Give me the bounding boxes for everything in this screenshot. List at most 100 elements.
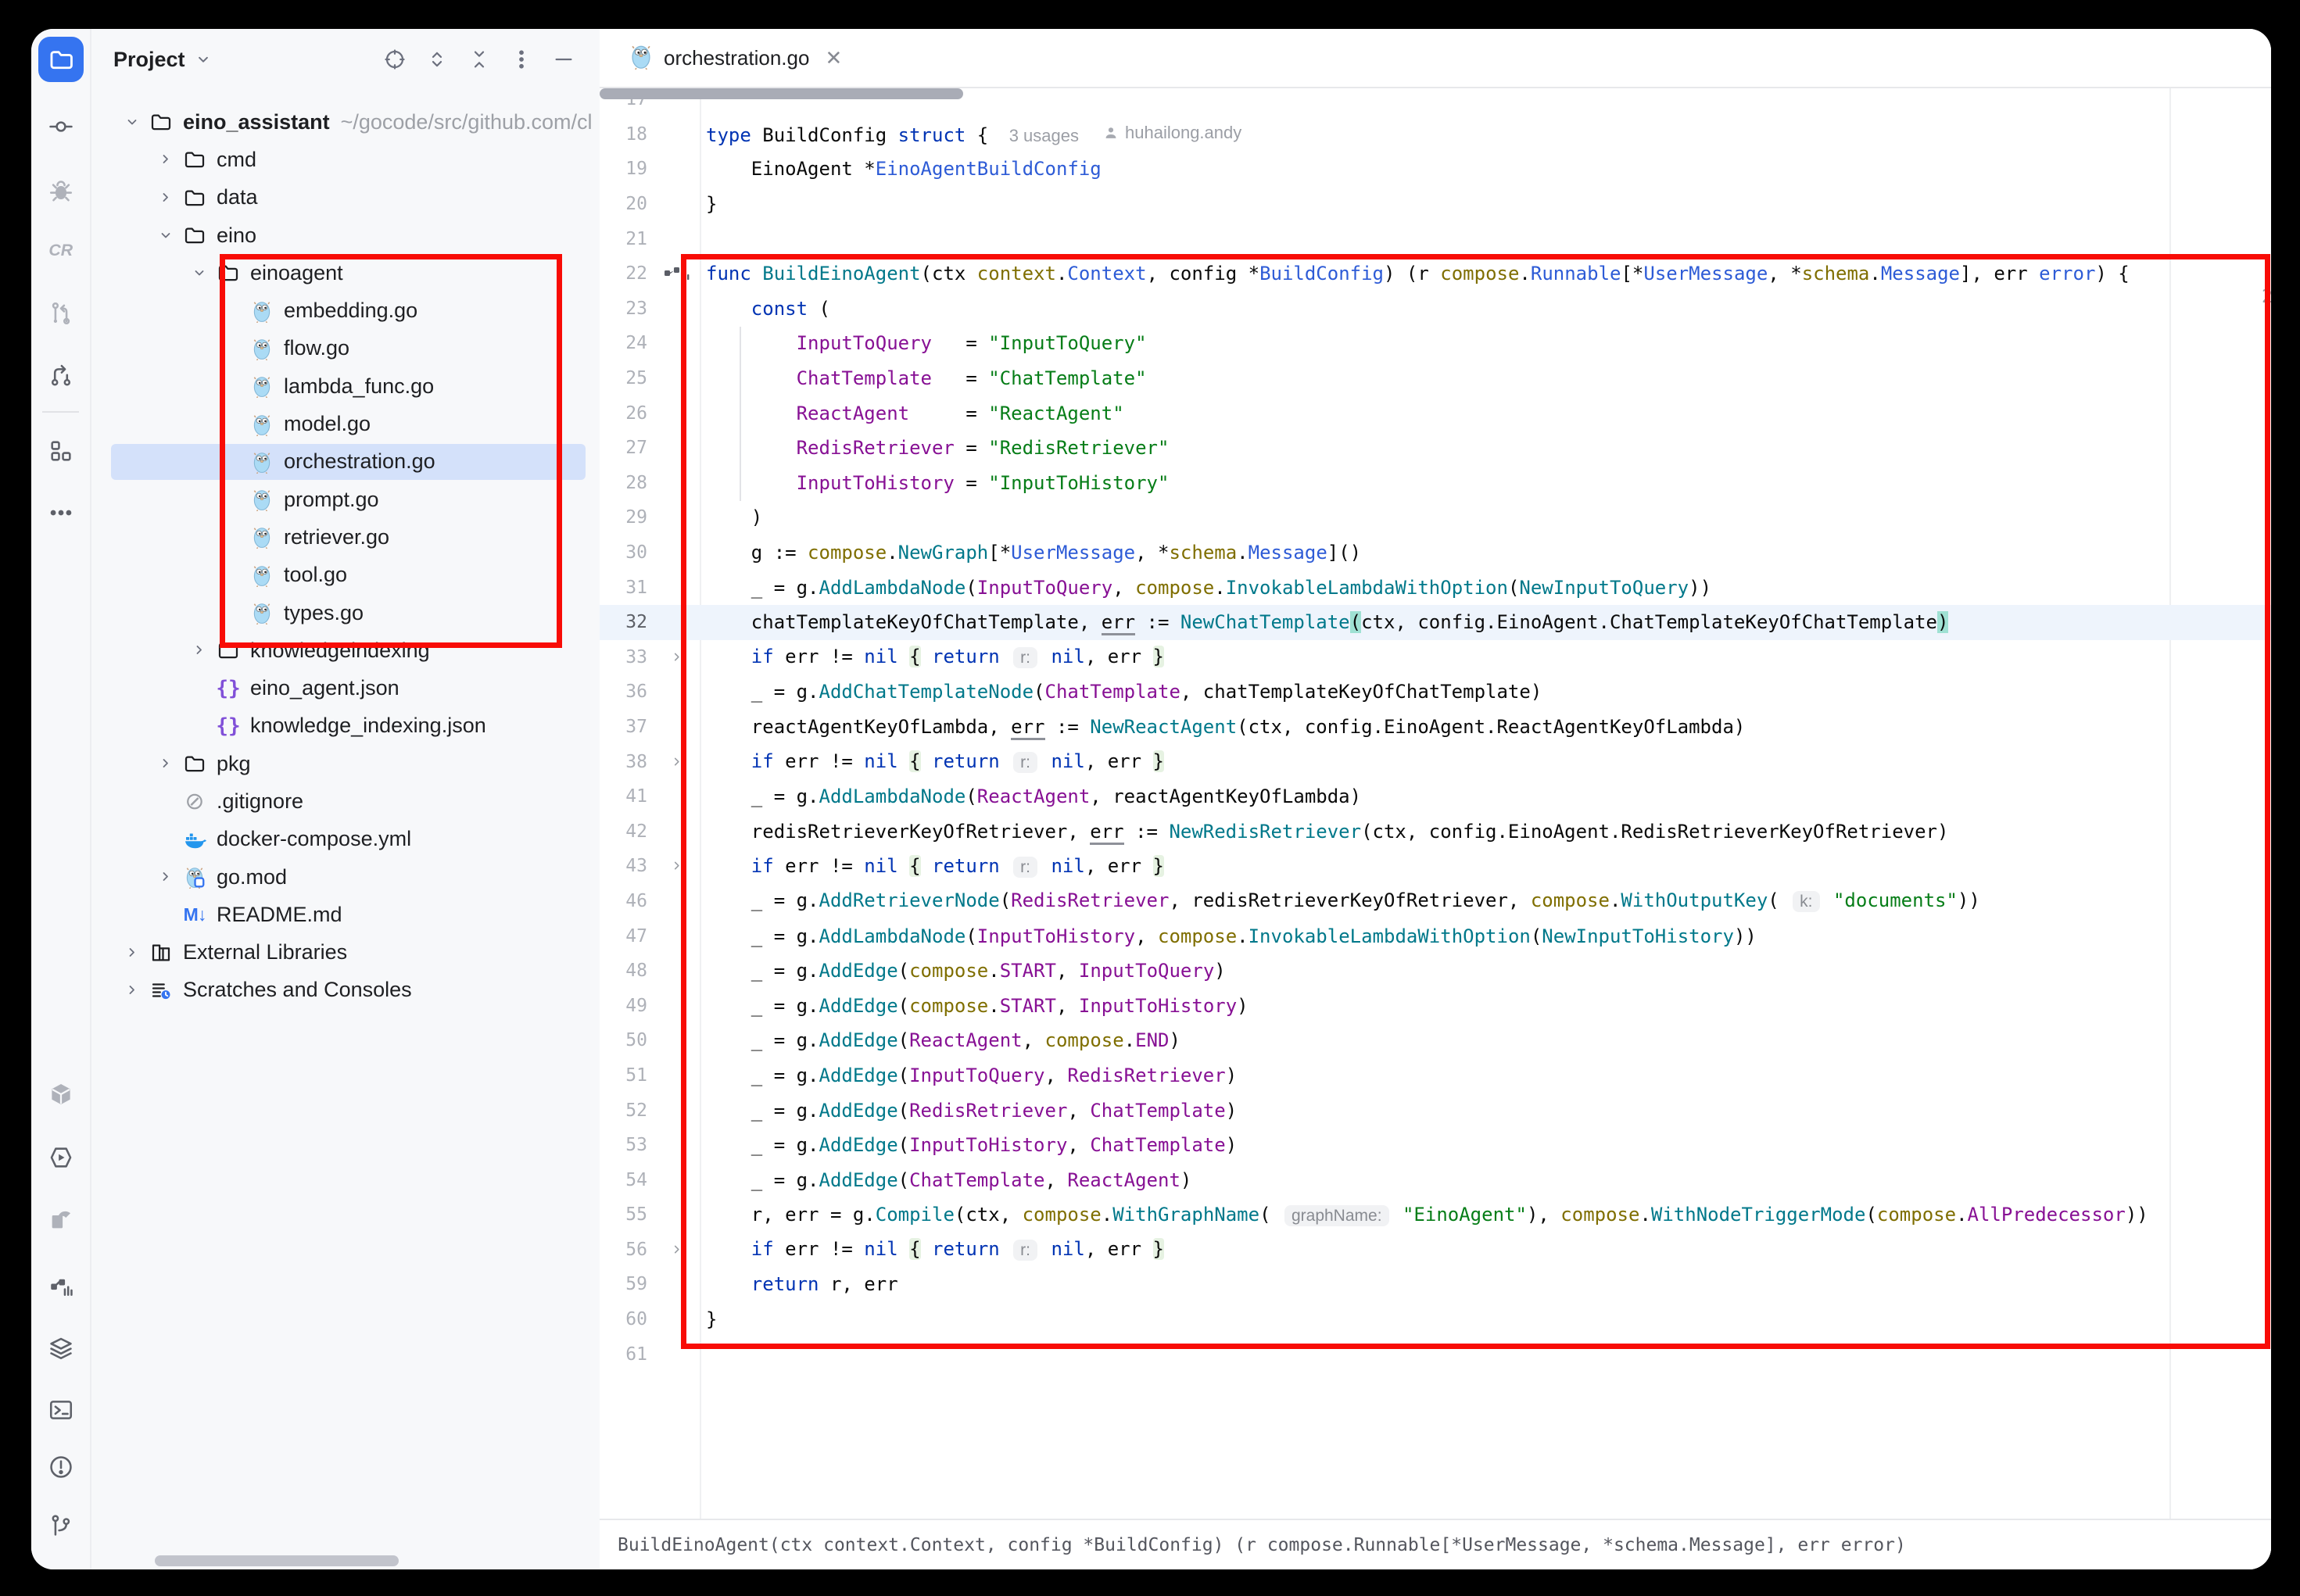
chevron-down-icon[interactable] xyxy=(186,259,213,286)
run-anything-icon[interactable] xyxy=(46,1143,76,1172)
line-number[interactable]: 20 xyxy=(600,194,647,214)
line-number[interactable]: 37 xyxy=(600,717,647,737)
line-number[interactable]: 24 xyxy=(600,333,647,353)
code-line-54[interactable]: 54 _ = g.AddEdge(ChatTemplate, ReactAgen… xyxy=(600,1162,2271,1197)
chevron-right-icon[interactable] xyxy=(152,864,179,890)
code-line-49[interactable]: 49 _ = g.AddEdge(compose.START, InputToH… xyxy=(600,988,2271,1023)
code-line-33[interactable]: 33 if err != nil { return r: nil, err } xyxy=(600,640,2271,675)
line-number[interactable]: 52 xyxy=(600,1100,647,1121)
code-line-29[interactable]: 29 ) xyxy=(600,500,2271,535)
code-line-28[interactable]: 28 InputToHistory = "InputToHistory" xyxy=(600,466,2271,501)
code-line-23[interactable]: 23 const ( xyxy=(600,292,2271,327)
project-folder-icon[interactable] xyxy=(38,37,84,82)
tree-item-tool-go[interactable]: tool.go xyxy=(91,556,600,594)
pull-requests-icon[interactable] xyxy=(46,299,76,328)
vcs-update-icon[interactable] xyxy=(46,360,76,390)
line-number[interactable]: 28 xyxy=(600,473,647,493)
code-line-46[interactable]: 46 _ = g.AddRetrieverNode(RedisRetriever… xyxy=(600,884,2271,919)
line-number[interactable]: 48 xyxy=(600,961,647,981)
tree-item--gitignore[interactable]: ⊘.gitignore xyxy=(91,782,600,820)
code-line-21[interactable]: 21 xyxy=(600,221,2271,256)
profiler-icon[interactable] xyxy=(46,1272,76,1301)
tree-item-readme-md[interactable]: M↓README.md xyxy=(91,896,600,933)
code-line-27[interactable]: 27 RedisRetriever = "RedisRetriever" xyxy=(600,431,2271,466)
line-number[interactable]: 49 xyxy=(600,996,647,1016)
code-line-20[interactable]: 20} xyxy=(600,187,2271,222)
chevron-down-icon[interactable] xyxy=(119,109,145,135)
line-number[interactable]: 42 xyxy=(600,821,647,842)
chevron-right-icon[interactable] xyxy=(119,939,145,966)
code-line-59[interactable]: 59 return r, err xyxy=(600,1267,2271,1302)
chevron-right-icon[interactable] xyxy=(152,146,179,173)
code-line-22[interactable]: 22func BuildEinoAgent(ctx context.Contex… xyxy=(600,256,2271,292)
code-review-icon[interactable]: CR xyxy=(46,235,76,265)
line-number[interactable]: 53 xyxy=(600,1135,647,1155)
graph-gutter-icon[interactable] xyxy=(647,264,706,283)
chevron-down-icon[interactable] xyxy=(193,49,213,70)
line-number[interactable]: 36 xyxy=(600,682,647,702)
close-icon[interactable]: ✕ xyxy=(825,46,842,70)
tree-item-model-go[interactable]: model.go xyxy=(91,405,600,442)
code-line-24[interactable]: 24 InputToQuery = "InputToQuery" xyxy=(600,326,2271,361)
project-panel-title[interactable]: Project xyxy=(113,48,185,72)
code-line-18[interactable]: 18type BuildConfig struct { 3 usageshuha… xyxy=(600,117,2271,152)
code-line-47[interactable]: 47 _ = g.AddLambdaNode(InputToHistory, c… xyxy=(600,918,2271,954)
hide-panel-icon[interactable] xyxy=(548,44,579,75)
tree-item-external-libraries[interactable]: External Libraries xyxy=(91,934,600,972)
code-line-50[interactable]: 50 _ = g.AddEdge(ReactAgent, compose.END… xyxy=(600,1023,2271,1058)
tree-item-eino-agent-json[interactable]: {}eino_agent.json xyxy=(91,669,600,707)
fold-expand-icon[interactable] xyxy=(647,649,706,666)
chevron-right-icon[interactable] xyxy=(119,977,145,1004)
tree-item-eino-assistant[interactable]: eino_assistant~/gocode/src/github.com/cl xyxy=(91,103,600,141)
chevron-down-icon[interactable] xyxy=(152,222,179,249)
code-line-32[interactable]: 32 chatTemplateKeyOfChatTemplate, err :=… xyxy=(600,605,2271,640)
problems-icon[interactable] xyxy=(46,1452,76,1482)
line-number[interactable]: 32 xyxy=(600,612,647,632)
commit-icon[interactable] xyxy=(46,112,76,141)
terminal-icon[interactable] xyxy=(46,1395,76,1425)
tree-item-prompt-go[interactable]: prompt.go xyxy=(91,481,600,518)
code-line-19[interactable]: 19 EinoAgent *EinoAgentBuildConfig xyxy=(600,152,2271,187)
tree-item-knowledgeindexing[interactable]: knowledgeindexing xyxy=(91,632,600,669)
code-line-37[interactable]: 37 reactAgentKeyOfLambda, err := NewReac… xyxy=(600,710,2271,745)
line-number[interactable]: 25 xyxy=(600,368,647,388)
code-line-61[interactable]: 61 xyxy=(600,1337,2271,1372)
line-number[interactable]: 41 xyxy=(600,786,647,807)
chevron-right-icon[interactable] xyxy=(152,184,179,211)
code-line-60[interactable]: 60} xyxy=(600,1302,2271,1337)
line-number[interactable]: 61 xyxy=(600,1344,647,1365)
kebab-menu-icon[interactable] xyxy=(506,44,537,75)
line-number[interactable]: 29 xyxy=(600,507,647,528)
line-number[interactable]: 51 xyxy=(600,1065,647,1086)
expand-all-icon[interactable] xyxy=(421,44,453,75)
services-icon[interactable] xyxy=(46,1333,76,1363)
tree-item-flow-go[interactable]: flow.go xyxy=(91,330,600,367)
more-icon[interactable] xyxy=(46,498,76,528)
line-number[interactable]: 33 xyxy=(600,647,647,667)
editor-horizontal-scrollbar[interactable] xyxy=(600,88,963,99)
tree-item-pkg[interactable]: pkg xyxy=(91,745,600,782)
tree-item-retriever-go[interactable]: retriever.go xyxy=(91,518,600,556)
locate-icon[interactable] xyxy=(379,44,410,75)
code-line-53[interactable]: 53 _ = g.AddEdge(InputToHistory, ChatTem… xyxy=(600,1128,2271,1163)
line-number[interactable]: 50 xyxy=(600,1030,647,1050)
tree-item-types-go[interactable]: types.go xyxy=(91,594,600,632)
tree-item-knowledge-indexing-json[interactable]: {}knowledge_indexing.json xyxy=(91,707,600,745)
line-number[interactable]: 56 xyxy=(600,1240,647,1260)
code-line-52[interactable]: 52 _ = g.AddEdge(RedisRetriever, ChatTem… xyxy=(600,1093,2271,1128)
tree-item-orchestration-go[interactable]: orchestration.go xyxy=(91,443,600,481)
line-number[interactable]: 55 xyxy=(600,1204,647,1225)
package-box-icon[interactable] xyxy=(46,1079,76,1109)
tree-item-go-mod[interactable]: go.mod xyxy=(91,858,600,896)
tree-item-lambda-func-go[interactable]: lambda_func.go xyxy=(91,367,600,405)
line-number[interactable]: 23 xyxy=(600,299,647,319)
line-number[interactable]: 19 xyxy=(600,159,647,179)
code-line-56[interactable]: 56 if err != nil { return r: nil, err } xyxy=(600,1233,2271,1268)
tree-item-einoagent[interactable]: einoagent xyxy=(91,254,600,292)
tree-item-scratches-and-consoles[interactable]: Scratches and Consoles xyxy=(91,972,600,1009)
code-line-38[interactable]: 38 if err != nil { return r: nil, err } xyxy=(600,744,2271,779)
code-line-55[interactable]: 55 r, err = g.Compile(ctx, compose.WithG… xyxy=(600,1197,2271,1233)
line-number[interactable]: 31 xyxy=(600,578,647,598)
tree-item-docker-compose-yml[interactable]: docker-compose.yml xyxy=(91,821,600,858)
version-control-icon[interactable] xyxy=(46,1511,76,1541)
